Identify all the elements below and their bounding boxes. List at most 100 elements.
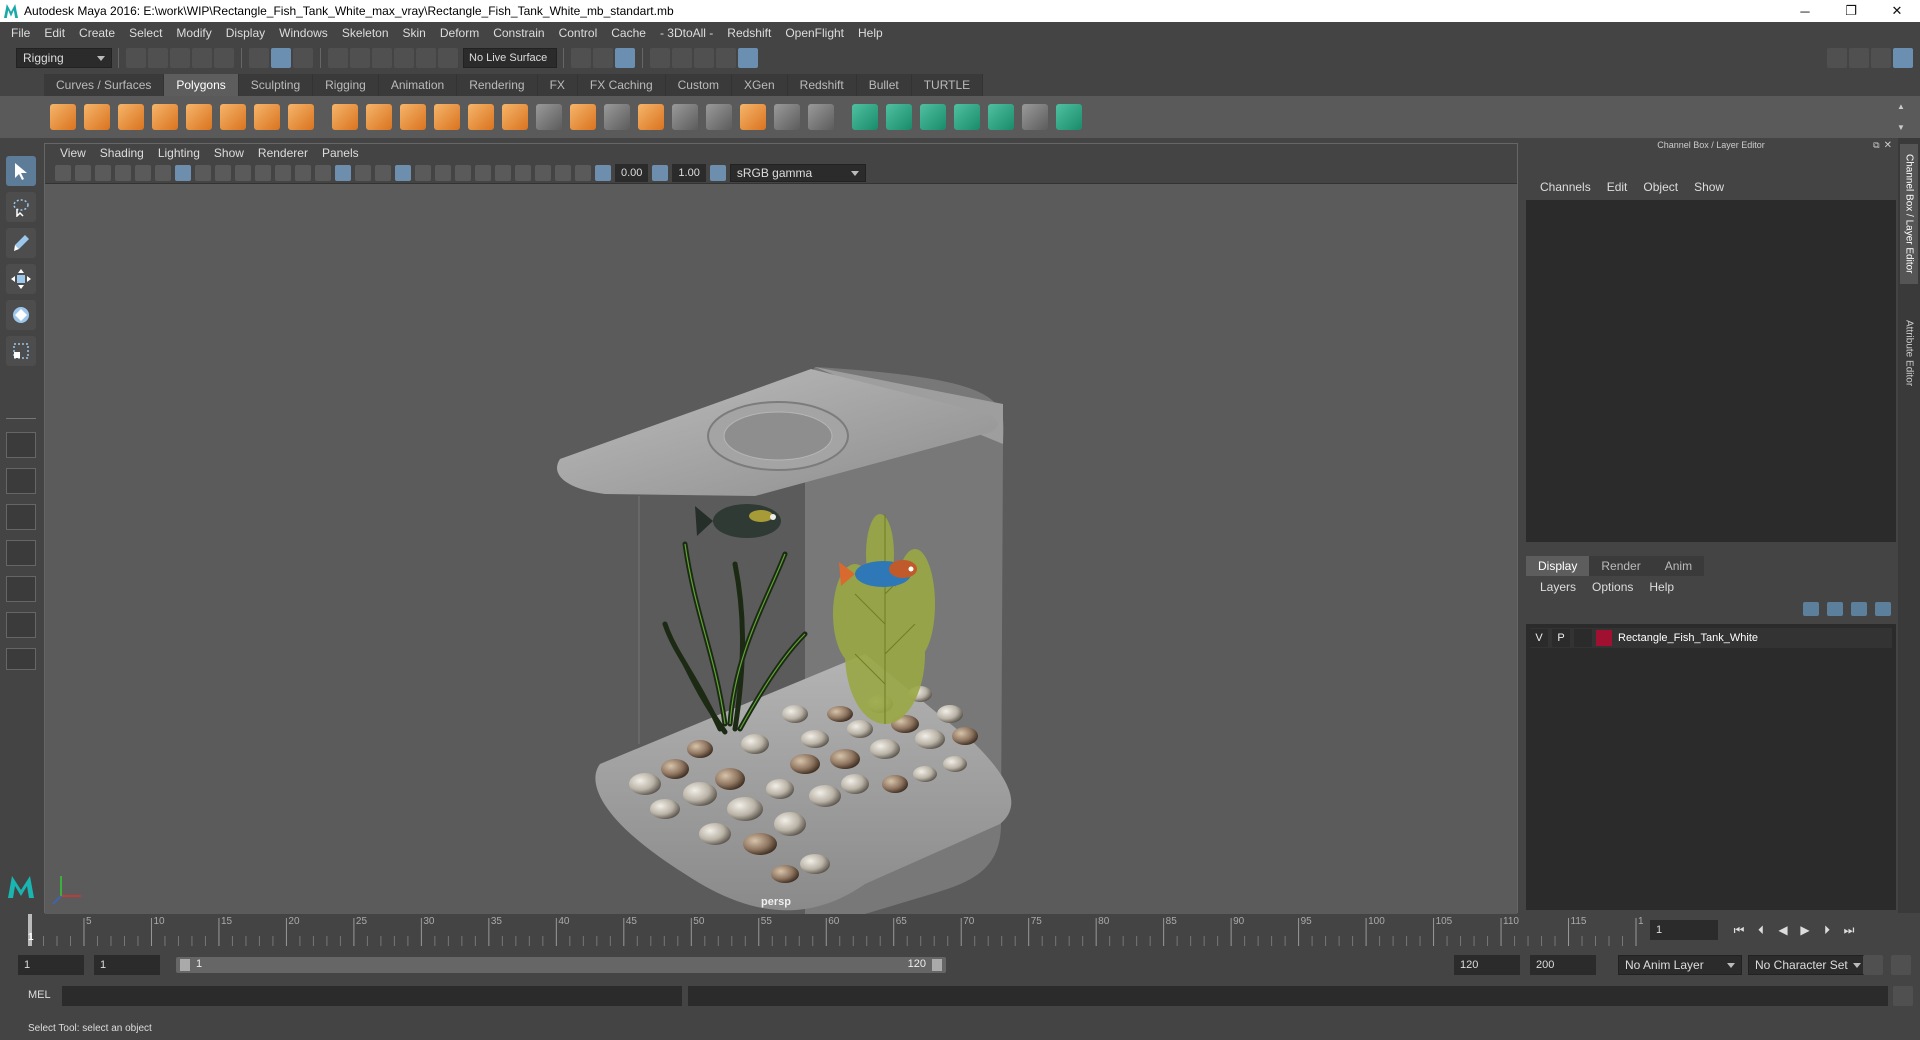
safe-action-icon[interactable]: [275, 164, 291, 181]
cylindrical-map-icon[interactable]: [920, 104, 946, 130]
select-hierarchy-icon[interactable]: [249, 48, 269, 68]
extract-icon[interactable]: [400, 104, 426, 130]
textured-icon[interactable]: [375, 164, 391, 181]
spherical-map-icon[interactable]: [954, 104, 980, 130]
checker-map-icon[interactable]: [1022, 104, 1048, 130]
range-end-handle[interactable]: [932, 959, 942, 971]
render-settings-icon[interactable]: [615, 48, 635, 68]
save-scene-icon[interactable]: [170, 48, 190, 68]
gate-mask-icon[interactable]: [235, 164, 251, 181]
custom-layout-button[interactable]: [6, 648, 36, 670]
tab-custom[interactable]: Custom: [665, 74, 732, 96]
snap-curve-icon[interactable]: [350, 48, 370, 68]
playback-end-field[interactable]: 120: [1454, 955, 1520, 975]
render-current-icon[interactable]: [672, 48, 692, 68]
animation-preferences-icon[interactable]: [1891, 955, 1911, 975]
menu-edit[interactable]: Edit: [37, 26, 72, 40]
go-to-start-icon[interactable]: ⏮: [1730, 921, 1748, 939]
camera-select-icon[interactable]: [55, 164, 71, 181]
snap-live-icon[interactable]: [416, 48, 436, 68]
vp-menu-show[interactable]: Show: [207, 146, 251, 160]
play-forward-icon[interactable]: ▶: [1796, 921, 1814, 939]
render-view-icon[interactable]: [650, 48, 670, 68]
layer-playback-toggle[interactable]: P: [1552, 629, 1570, 647]
chevron-down-icon[interactable]: ▼: [1897, 123, 1905, 132]
tab-anim[interactable]: Anim: [1652, 556, 1705, 576]
range-start-handle[interactable]: [180, 959, 190, 971]
auto-key-icon[interactable]: [1863, 955, 1883, 975]
new-empty-layer-icon[interactable]: [1851, 602, 1867, 616]
side-tab-channel-box[interactable]: Channel Box / Layer Editor: [1900, 144, 1918, 284]
separate-icon[interactable]: [366, 104, 392, 130]
new-scene-icon[interactable]: [126, 48, 146, 68]
menu-display[interactable]: Display: [219, 26, 272, 40]
tab-rendering[interactable]: Rendering: [457, 74, 538, 96]
menu-skin[interactable]: Skin: [396, 26, 433, 40]
uv-editor-icon[interactable]: [852, 104, 878, 130]
view-transform-dropdown[interactable]: sRGB gamma: [729, 163, 866, 182]
new-layer-from-selection-icon[interactable]: [1875, 602, 1891, 616]
mode-selector[interactable]: Rigging: [16, 48, 112, 68]
layer-row[interactable]: V P Rectangle_Fish_Tank_White: [1530, 628, 1892, 648]
channel-box-area[interactable]: [1526, 200, 1896, 542]
ipr-render-icon[interactable]: [593, 48, 613, 68]
color-management-icon[interactable]: [709, 164, 726, 181]
tab-curves-surfaces[interactable]: Curves / Surfaces: [44, 74, 165, 96]
persp-hypershade-layout-button[interactable]: [6, 576, 36, 602]
poly-cylinder-icon[interactable]: [118, 104, 144, 130]
chevron-up-icon[interactable]: ▲: [1897, 102, 1905, 111]
poly-plane-icon[interactable]: [186, 104, 212, 130]
maya-home-icon[interactable]: [6, 872, 36, 900]
open-scene-icon[interactable]: [148, 48, 168, 68]
film-gate-icon[interactable]: [195, 164, 211, 181]
gamma-icon[interactable]: [652, 164, 669, 181]
render-ipr-icon[interactable]: [738, 48, 758, 68]
menu-file[interactable]: File: [4, 26, 37, 40]
poly-pyramid-icon[interactable]: [254, 104, 280, 130]
lasso-tool-button[interactable]: [6, 192, 36, 222]
go-to-end-icon[interactable]: ⏭: [1840, 921, 1858, 939]
command-input[interactable]: [62, 986, 682, 1006]
image-plane-icon[interactable]: [115, 164, 131, 181]
multi-cut-icon[interactable]: [536, 104, 562, 130]
poly-sphere-icon[interactable]: [50, 104, 76, 130]
menu-deform[interactable]: Deform: [433, 26, 486, 40]
step-back-icon[interactable]: ⏴: [1752, 921, 1770, 939]
rotate-tool-button[interactable]: [6, 300, 36, 330]
bridge-icon[interactable]: [604, 104, 630, 130]
resolution-gate-icon[interactable]: [215, 164, 231, 181]
exposure-icon[interactable]: [595, 164, 611, 181]
minimize-button[interactable]: ─: [1782, 0, 1828, 22]
render-region-icon[interactable]: [694, 48, 714, 68]
anim-layer-dropdown[interactable]: No Anim Layer: [1618, 955, 1742, 975]
undo-icon[interactable]: [192, 48, 212, 68]
extrude-icon[interactable]: [570, 104, 596, 130]
close-button[interactable]: ✕: [1874, 0, 1920, 22]
wireframe-on-shaded-icon[interactable]: [355, 164, 371, 181]
poly-cube-icon[interactable]: [84, 104, 110, 130]
merge-icon[interactable]: [740, 104, 766, 130]
tab-fx[interactable]: FX: [537, 74, 578, 96]
smooth-shade-icon[interactable]: [335, 164, 351, 181]
menu-openflight[interactable]: OpenFlight: [778, 26, 851, 40]
tab-rigging[interactable]: Rigging: [313, 74, 379, 96]
range-slider[interactable]: 1 120: [176, 957, 946, 973]
mirror-icon[interactable]: [808, 104, 834, 130]
2d-pan-zoom-icon[interactable]: [135, 164, 151, 181]
select-tool-button[interactable]: [6, 156, 36, 186]
menu-3dtoall[interactable]: - 3DtoAll -: [653, 26, 720, 40]
snap-projected-icon[interactable]: [438, 48, 458, 68]
cb-menu-object[interactable]: Object: [1635, 180, 1686, 194]
snap-grid-icon[interactable]: [328, 48, 348, 68]
anti-aliasing-icon[interactable]: [475, 164, 491, 181]
character-set-dropdown[interactable]: No Character Set: [1748, 955, 1868, 975]
tab-sculpting[interactable]: Sculpting: [238, 74, 314, 96]
float-panel-icon[interactable]: ⧉: [1873, 140, 1879, 151]
persp-graph-layout-button[interactable]: [6, 540, 36, 566]
tab-render[interactable]: Render: [1589, 556, 1653, 576]
attribute-editor-toggle-icon[interactable]: [1849, 48, 1869, 68]
le-menu-help[interactable]: Help: [1641, 580, 1682, 594]
shelf-scroll[interactable]: ▲ ▼: [1894, 102, 1908, 132]
field-chart-icon[interactable]: [255, 164, 271, 181]
side-tab-attribute-editor[interactable]: Attribute Editor: [1900, 308, 1918, 398]
